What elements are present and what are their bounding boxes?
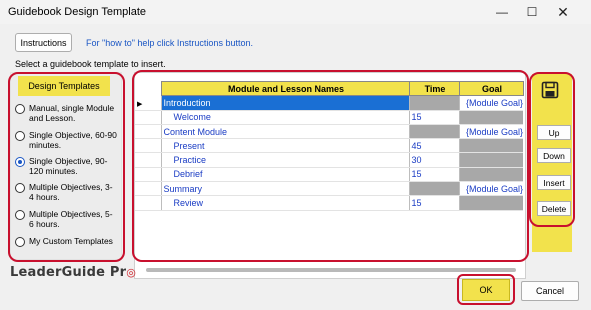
title-bar: Guidebook Design Template — ☐ ✕ — [0, 0, 591, 24]
table-row[interactable]: Content Module {Module Goal} — [135, 124, 523, 140]
goal-cell[interactable]: {Module Goal} — [458, 181, 523, 197]
time-cell[interactable] — [408, 95, 459, 111]
row-header-corner — [135, 81, 162, 96]
table-row[interactable]: Welcome 15 — [135, 110, 523, 125]
delete-row-button[interactable]: Delete — [537, 201, 571, 216]
leaderguide-pro-logo: LeaderGuide Pr◎ — [10, 265, 136, 280]
module-name-cell[interactable]: Introduction — [161, 95, 409, 111]
column-header-time[interactable]: Time — [408, 80, 460, 97]
move-up-button[interactable]: Up — [537, 125, 571, 140]
goal-cell[interactable] — [458, 195, 523, 211]
select-prompt: Select a guidebook template to insert. — [15, 59, 166, 69]
template-option-label: My Custom Templates — [29, 236, 113, 246]
time-cell[interactable]: 15 — [408, 110, 459, 125]
logo-text: LeaderGuide Pr — [10, 265, 127, 280]
lesson-name-cell[interactable]: Practice — [161, 152, 409, 168]
time-cell[interactable]: 15 — [408, 195, 459, 211]
time-cell[interactable]: 30 — [408, 152, 459, 168]
column-header-goal[interactable]: Goal — [458, 80, 524, 97]
maximize-button[interactable]: ☐ — [517, 2, 547, 22]
goal-cell[interactable]: {Module Goal} — [458, 95, 523, 111]
time-cell[interactable] — [408, 124, 459, 140]
design-templates-header: Design Templates — [18, 76, 110, 96]
row-header[interactable] — [135, 181, 162, 197]
goal-cell[interactable] — [458, 138, 523, 154]
insert-row-button[interactable]: Insert — [537, 175, 571, 190]
radio-button[interactable] — [15, 237, 25, 247]
row-header[interactable] — [135, 110, 162, 125]
lesson-name-cell[interactable]: Debrief — [161, 167, 409, 183]
logo-mark-icon: ◎ — [126, 266, 136, 279]
table-row[interactable]: Review 15 — [135, 195, 523, 211]
template-option-label: Single Objective, 60-90 minutes. — [29, 130, 117, 150]
module-lesson-table: Module and Lesson Names Time Goal ▶ Intr… — [135, 80, 524, 211]
radio-button[interactable] — [15, 131, 25, 141]
module-name-cell[interactable]: Content Module — [161, 124, 409, 140]
template-option-multi-3-4[interactable]: Multiple Objectives, 3-4 hours. — [15, 182, 117, 202]
current-row-arrow-icon: ▶ — [137, 100, 143, 108]
row-header[interactable]: ▶ — [135, 95, 162, 111]
goal-cell[interactable] — [458, 152, 523, 168]
template-option-single-60-90[interactable]: Single Objective, 60-90 minutes. — [15, 130, 117, 150]
goal-cell[interactable]: {Module Goal} — [458, 124, 523, 140]
time-cell[interactable]: 45 — [408, 138, 459, 154]
column-header-names[interactable]: Module and Lesson Names — [160, 80, 410, 97]
help-hint: For "how to" help click Instructions but… — [86, 38, 253, 48]
template-option-single-90-120[interactable]: Single Objective, 90-120 minutes. — [15, 156, 117, 176]
close-button[interactable]: ✕ — [548, 2, 578, 22]
radio-button-selected[interactable] — [15, 157, 25, 167]
floppy-disk-icon[interactable] — [541, 81, 559, 99]
row-header[interactable] — [135, 152, 162, 168]
template-option-manual[interactable]: Manual, single Module and Lesson. — [15, 103, 117, 123]
time-cell[interactable] — [408, 181, 459, 197]
radio-button[interactable] — [15, 104, 25, 114]
table-row[interactable]: ▶ Introduction {Module Goal} — [135, 95, 523, 111]
row-header[interactable] — [135, 138, 162, 154]
row-header[interactable] — [135, 124, 162, 140]
template-grid[interactable]: Module and Lesson Names Time Goal ▶ Intr… — [134, 72, 526, 279]
template-option-label: Multiple Objectives, 3-4 hours. — [29, 182, 113, 202]
lesson-name-cell[interactable]: Present — [161, 138, 409, 154]
row-header[interactable] — [135, 167, 162, 183]
table-row[interactable]: Practice 30 — [135, 152, 523, 168]
cancel-button[interactable]: Cancel — [521, 281, 579, 301]
time-cell[interactable]: 15 — [408, 167, 459, 183]
template-option-multi-5-6[interactable]: Multiple Objectives, 5-6 hours. — [15, 209, 117, 229]
template-option-label: Multiple Objectives, 5-6 hours. — [29, 209, 113, 229]
radio-button[interactable] — [15, 210, 25, 220]
template-option-custom[interactable]: My Custom Templates — [15, 236, 117, 247]
lesson-name-cell[interactable]: Welcome — [161, 110, 409, 125]
move-down-button[interactable]: Down — [537, 148, 571, 163]
module-name-cell[interactable]: Summary — [161, 181, 409, 197]
table-row[interactable]: Present 45 — [135, 138, 523, 154]
goal-cell[interactable] — [458, 167, 523, 183]
lesson-name-cell[interactable]: Review — [161, 195, 409, 211]
row-header[interactable] — [135, 195, 162, 211]
table-row[interactable]: Debrief 15 — [135, 167, 523, 183]
radio-button[interactable] — [15, 183, 25, 193]
template-option-label: Single Objective, 90-120 minutes. — [29, 156, 108, 176]
window-title: Guidebook Design Template — [8, 6, 146, 18]
minimize-button[interactable]: — — [487, 2, 517, 22]
instructions-button[interactable]: Instructions — [15, 33, 72, 52]
row-actions-panel — [532, 74, 572, 252]
table-row[interactable]: Summary {Module Goal} — [135, 181, 523, 197]
goal-cell[interactable] — [458, 110, 523, 125]
template-option-label: Manual, single Module and Lesson. — [29, 103, 115, 123]
ok-button[interactable]: OK — [462, 279, 510, 301]
horizontal-scrollbar[interactable] — [146, 268, 516, 272]
